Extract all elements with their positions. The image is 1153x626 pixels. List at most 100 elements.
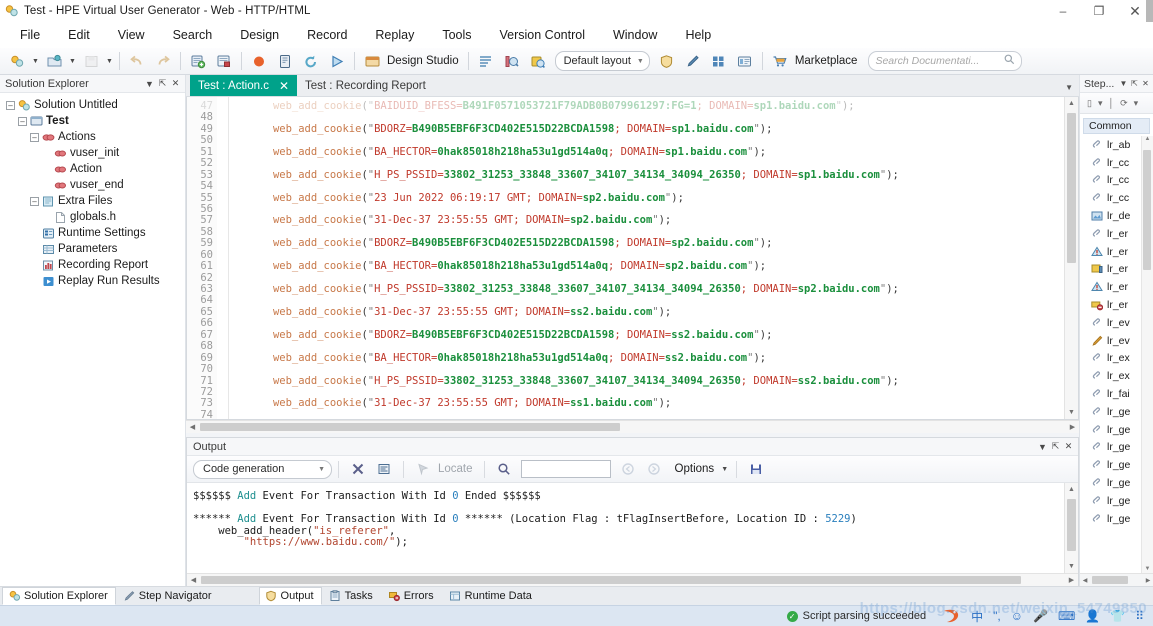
editor-horizontal-scrollbar[interactable]: ◀ ▶ xyxy=(186,420,1079,433)
ime-user-button[interactable]: 👤 xyxy=(1085,609,1100,623)
scrollbar-thumb[interactable] xyxy=(200,423,620,431)
code-line[interactable]: web_add_cookie("H_PS_PSSID=33802_31253_3… xyxy=(235,170,1064,181)
output-source-combo[interactable]: Code generation ▼ xyxy=(193,460,332,479)
step-filter-dropdown-icon[interactable]: ▾ xyxy=(1095,98,1106,109)
menu-record[interactable]: Record xyxy=(293,25,361,45)
add-script-icon[interactable] xyxy=(185,50,211,72)
scroll-left-icon[interactable]: ◀ xyxy=(186,423,199,431)
dock-tab-solution-explorer[interactable]: Solution Explorer xyxy=(2,587,116,605)
scroll-up-icon[interactable]: ▲ xyxy=(1068,97,1075,110)
step-refresh-icon[interactable]: ⟳ xyxy=(1117,98,1131,109)
script-properties-icon[interactable] xyxy=(211,50,237,72)
output-vertical-scrollbar[interactable]: ▲ ▼ xyxy=(1064,483,1078,573)
tree-item-parameters[interactable]: Parameters xyxy=(4,241,185,257)
panel-menu-icon[interactable]: ▼ xyxy=(143,79,156,89)
editor-vertical-scrollbar[interactable]: ▲ ▼ xyxy=(1064,97,1078,419)
scroll-right-icon[interactable]: ▶ xyxy=(1065,576,1078,584)
wrap-output-icon[interactable] xyxy=(371,458,397,480)
step-refresh-dropdown-icon[interactable]: ▾ xyxy=(1131,98,1142,109)
correlation-icon[interactable] xyxy=(525,50,551,72)
scrollbar-thumb[interactable] xyxy=(1092,576,1128,584)
redo-icon[interactable] xyxy=(150,50,176,72)
step-list-scrollbar[interactable]: ▲ ▼ xyxy=(1141,136,1153,573)
next-icon[interactable] xyxy=(641,458,667,480)
search-icon[interactable] xyxy=(1004,54,1015,68)
tree-item-runtime-settings[interactable]: Runtime Settings xyxy=(4,225,185,241)
scroll-up-icon[interactable]: ▲ xyxy=(1142,136,1153,142)
menu-window[interactable]: Window xyxy=(599,25,671,45)
pin-icon[interactable]: ⇱ xyxy=(1049,441,1062,452)
save-icon[interactable] xyxy=(78,50,104,72)
window-edge-scrollbar[interactable] xyxy=(1146,0,1153,22)
compile-icon[interactable] xyxy=(272,50,298,72)
ime-emoji-button[interactable]: ☺ xyxy=(1011,609,1023,623)
tree-item-extra-files[interactable]: – Extra Files xyxy=(4,193,185,209)
report-icon[interactable] xyxy=(732,50,758,72)
clear-output-icon[interactable] xyxy=(345,458,371,480)
scrollbar-thumb[interactable] xyxy=(201,576,1021,584)
pin-icon[interactable]: ⇱ xyxy=(1129,79,1140,88)
tab-overflow-icon[interactable]: ▼ xyxy=(1065,83,1073,92)
code-line[interactable]: web_add_cookie("BDORZ=B490B5EBF6F3CD402E… xyxy=(235,330,1064,341)
dock-tab-errors[interactable]: Errors xyxy=(382,587,442,605)
close-icon[interactable]: ✕ xyxy=(169,78,182,89)
code-line[interactable]: web_add_cookie("31-Dec-37 23:55:55 GMT; … xyxy=(235,398,1064,409)
ime-lang-button[interactable]: 中 xyxy=(971,608,983,625)
menu-help[interactable]: Help xyxy=(671,25,725,45)
tree-item-solution-untitled[interactable]: – Solution Untitled xyxy=(4,97,185,113)
scroll-left-icon[interactable]: ◀ xyxy=(187,576,200,584)
step-group-common[interactable]: Common xyxy=(1083,118,1150,134)
code-line[interactable]: web_add_cookie("BDORZ=B490B5EBF6F3CD402E… xyxy=(235,238,1064,249)
dock-tab-output[interactable]: Output xyxy=(259,587,322,605)
code-line[interactable]: web_add_cookie("BA_HECTOR=0hak85018h218h… xyxy=(235,147,1064,158)
maximize-button[interactable]: ❐ xyxy=(1081,0,1117,22)
save-dropdown-icon[interactable]: ▼ xyxy=(104,50,115,72)
protocol-advisor-icon[interactable] xyxy=(654,50,680,72)
ime-skin-button[interactable]: 👕 xyxy=(1110,609,1125,623)
dock-tab-step-navigator[interactable]: Step Navigator xyxy=(117,587,220,605)
tree-item-vuser-end[interactable]: vuser_end xyxy=(4,177,185,193)
scroll-down-icon[interactable]: ▼ xyxy=(1142,566,1153,572)
step-list[interactable]: lr_ablr_cclr_cclr_cclr_delr_erlr_erlr_er… xyxy=(1080,136,1153,573)
minimize-button[interactable]: – xyxy=(1045,0,1081,22)
code-line[interactable]: web_add_cookie("H_PS_PSSID=33802_31253_3… xyxy=(235,376,1064,387)
open-solution-icon[interactable] xyxy=(41,50,67,72)
locate-label[interactable]: Locate xyxy=(436,463,478,475)
brush-icon[interactable] xyxy=(680,50,706,72)
parameter-list-icon[interactable] xyxy=(499,50,525,72)
output-horizontal-scrollbar[interactable]: ◀ ▶ xyxy=(187,573,1078,586)
replay-refresh-icon[interactable] xyxy=(298,50,324,72)
code-line[interactable]: web_add_cookie("31-Dec-37 23:55:55 GMT; … xyxy=(235,215,1064,226)
menu-view[interactable]: View xyxy=(104,25,159,45)
new-solution-icon[interactable] xyxy=(4,50,30,72)
menu-tools[interactable]: Tools xyxy=(428,25,485,45)
expander-icon[interactable]: – xyxy=(6,101,15,110)
dock-tab-runtime-data[interactable]: Runtime Data xyxy=(443,587,540,605)
expander-icon[interactable]: – xyxy=(30,133,39,142)
scroll-right-icon[interactable]: ▶ xyxy=(1066,423,1079,431)
scrollbar-thumb[interactable] xyxy=(1067,499,1076,551)
expander-icon[interactable]: – xyxy=(30,197,39,206)
find-icon[interactable] xyxy=(491,458,517,480)
menu-file[interactable]: File xyxy=(6,25,54,45)
marketplace-label[interactable]: Marketplace xyxy=(793,55,863,67)
expander-icon[interactable]: – xyxy=(18,117,27,126)
code-folding-column[interactable] xyxy=(217,97,229,419)
save-output-icon[interactable] xyxy=(743,458,769,480)
search-documentation-input[interactable]: Search Documentati... xyxy=(868,51,1022,71)
options-label[interactable]: Options xyxy=(673,463,720,475)
marketplace-cart-icon[interactable] xyxy=(767,50,793,72)
code-line[interactable]: web_add_cookie("BAIDUID_BFESS=B491F05710… xyxy=(235,101,1064,112)
code-line[interactable]: web_add_cookie("BDORZ=B490B5EBF6F3CD402E… xyxy=(235,124,1064,135)
design-studio-label[interactable]: Design Studio xyxy=(385,55,464,67)
menu-version-control[interactable]: Version Control xyxy=(486,25,599,45)
undo-icon[interactable] xyxy=(124,50,150,72)
scrollbar-thumb[interactable] xyxy=(1067,113,1076,263)
prev-icon[interactable] xyxy=(615,458,641,480)
tree-item-replay-run-results[interactable]: Replay Run Results xyxy=(4,273,185,289)
grid-icon[interactable] xyxy=(706,50,732,72)
new-solution-dropdown-icon[interactable]: ▼ xyxy=(30,50,41,72)
close-icon[interactable]: ✕ xyxy=(1062,441,1075,452)
menu-design[interactable]: Design xyxy=(226,25,293,45)
tree-item-recording-report[interactable]: Recording Report xyxy=(4,257,185,273)
